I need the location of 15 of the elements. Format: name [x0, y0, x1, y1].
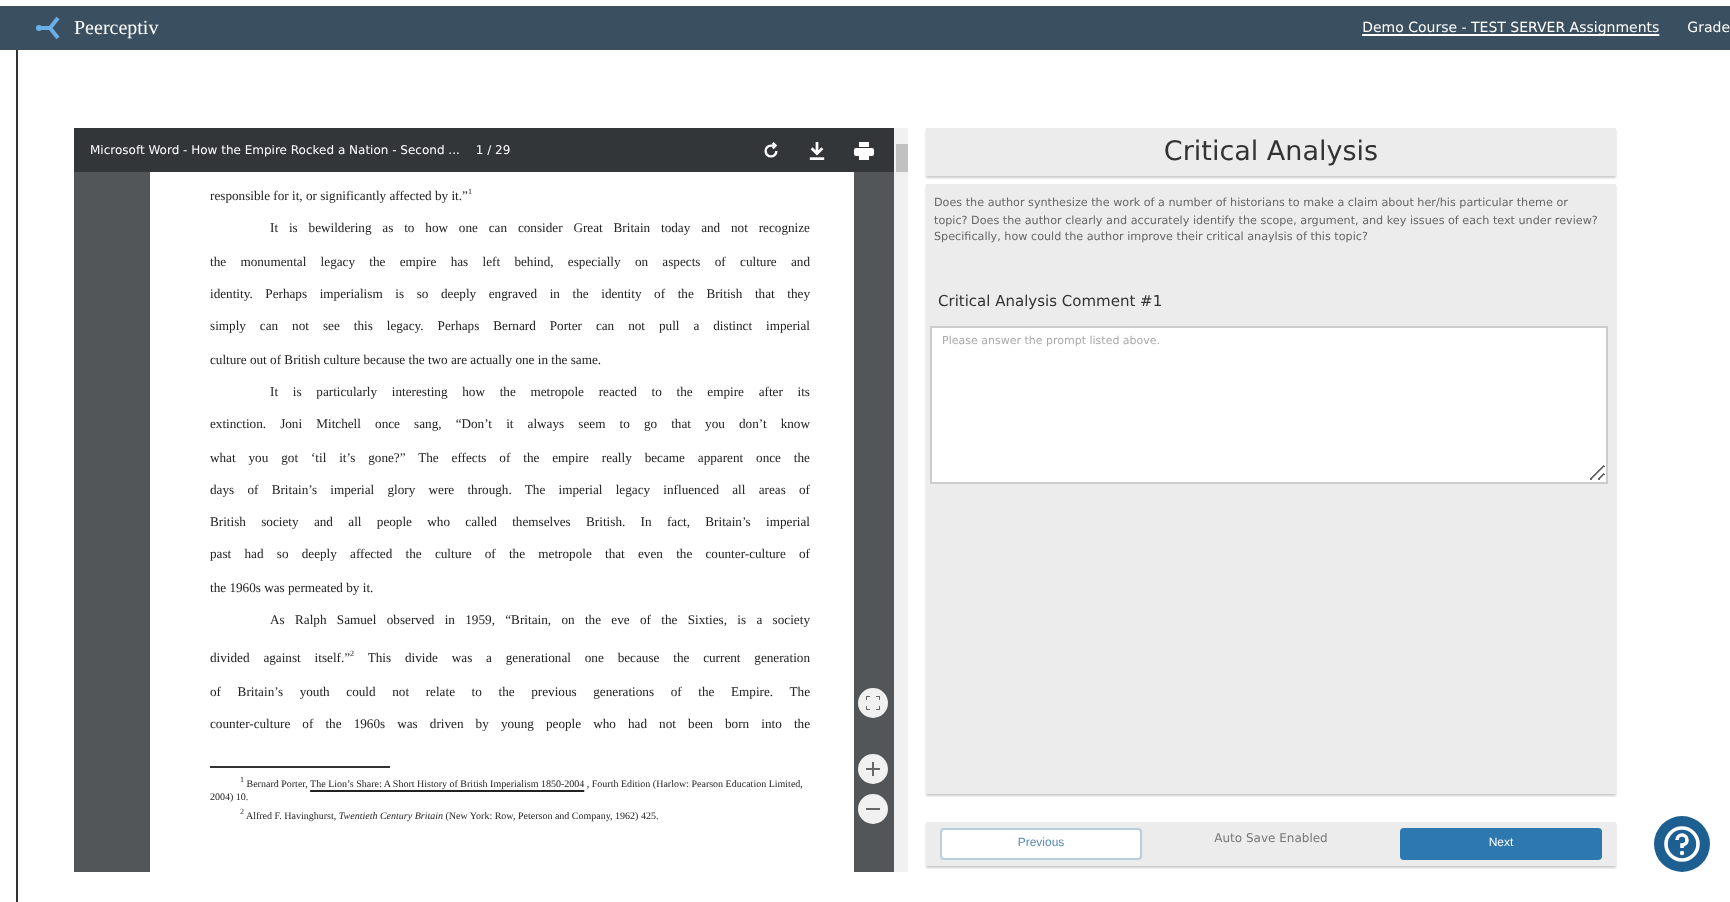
- logo-icon: [36, 16, 64, 40]
- brand-name: Peerceptiv: [74, 17, 159, 39]
- zoom-in-button[interactable]: [857, 754, 887, 784]
- fit-icon: [865, 696, 879, 710]
- help-button[interactable]: [1654, 816, 1710, 872]
- help-icon: [1664, 826, 1700, 862]
- download-icon[interactable]: [808, 141, 826, 159]
- rotate-icon[interactable]: [762, 141, 780, 159]
- plus-icon: [865, 762, 879, 776]
- print-icon[interactable]: [854, 141, 874, 159]
- section-title: Critical Analysis: [1163, 136, 1379, 168]
- fit-page-button[interactable]: [857, 688, 887, 718]
- minus-icon: [865, 802, 879, 816]
- zoom-out-button[interactable]: [857, 794, 887, 824]
- scrollbar[interactable]: [894, 128, 908, 872]
